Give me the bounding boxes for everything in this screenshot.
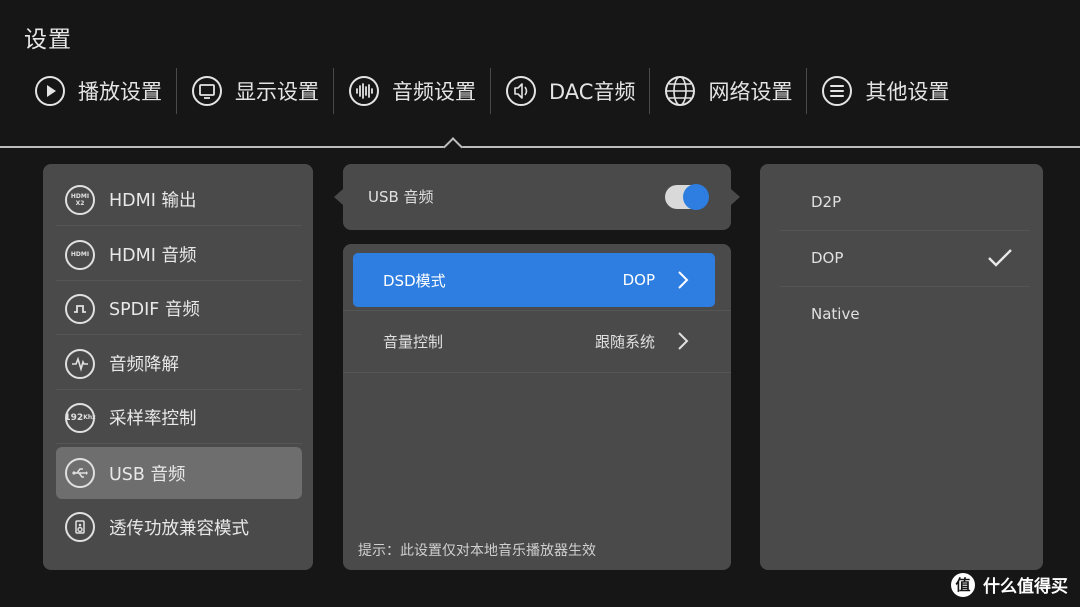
tab-label: DAC音频 xyxy=(549,80,636,104)
option-label: 音量控制 xyxy=(383,332,444,351)
tab-playback-settings[interactable]: 播放设置 xyxy=(20,62,176,120)
menu-item-sample-rate[interactable]: 192 Khz 采样率控制 xyxy=(56,392,302,444)
option-dsd-mode[interactable]: DSD模式 DOP xyxy=(353,253,715,307)
watermark-logo-icon: 值 xyxy=(951,572,975,597)
menu-lines-icon xyxy=(821,75,853,107)
choice-label: D2P xyxy=(811,193,842,211)
tab-network-settings[interactable]: 网络设置 xyxy=(650,62,806,120)
usb-audio-toggle-row[interactable]: USB 音频 xyxy=(343,164,731,230)
page-title: 设置 xyxy=(24,27,72,53)
speaker-icon xyxy=(505,75,537,107)
tab-audio-settings[interactable]: 音频设置 xyxy=(334,62,490,120)
sample-rate-192khz-icon: 192 Khz xyxy=(64,402,96,433)
tab-label: 其他设置 xyxy=(865,80,950,104)
menu-item-hdmi-output[interactable]: HDMI X2 HDMI 输出 xyxy=(56,174,302,226)
choice-label: DOP xyxy=(811,249,844,267)
usb-audio-label: USB 音频 xyxy=(368,188,434,206)
option-label: DSD模式 xyxy=(383,271,446,290)
tab-label: 网络设置 xyxy=(708,80,793,104)
chevron-right-icon xyxy=(677,270,689,290)
tab-label: 显示设置 xyxy=(235,80,319,104)
menu-item-label: SPDIF 音频 xyxy=(109,300,200,320)
usb-icon xyxy=(65,458,95,488)
usb-audio-toggle[interactable] xyxy=(665,184,709,210)
waveform-icon xyxy=(65,348,95,379)
tab-label: 播放设置 xyxy=(78,80,162,104)
option-divider xyxy=(343,372,731,373)
watermark-text: 什么值得买 xyxy=(983,577,1068,597)
monitor-icon xyxy=(191,75,223,107)
settings-tabs: 播放设置 显示设置 音频设置 DAC音频 网络设置 其他设置 xyxy=(20,62,1060,120)
hdmi-x2-icon: HDMI X2 xyxy=(65,184,95,215)
option-divider xyxy=(343,310,731,311)
choice-dop[interactable]: DOP xyxy=(760,230,1043,286)
option-value: DOP xyxy=(622,271,655,289)
toggle-knob xyxy=(683,184,709,210)
audio-waveform-icon xyxy=(348,75,380,107)
option-value: 跟随系统 xyxy=(594,332,655,351)
chevron-right-icon xyxy=(677,331,689,351)
audio-submenu: HDMI X2 HDMI 输出 HDMI HDMI 音频 SPDIF 音频 音频降… xyxy=(43,164,313,570)
active-tab-indicator xyxy=(443,137,463,157)
menu-item-label: HDMI 音频 xyxy=(109,246,197,266)
menu-item-audio-downgrade[interactable]: 音频降解 xyxy=(56,338,302,390)
watermark: 值 什么值得买 xyxy=(951,572,1068,597)
tab-other-settings[interactable]: 其他设置 xyxy=(807,62,963,120)
hdmi-icon: HDMI xyxy=(65,239,95,270)
amplifier-icon xyxy=(65,512,95,542)
dsd-mode-choices: D2P DOP Native xyxy=(760,164,1043,570)
option-volume-control[interactable]: 音量控制 跟随系统 xyxy=(353,314,715,368)
menu-item-label: 采样率控制 xyxy=(109,409,197,429)
tab-display-settings[interactable]: 显示设置 xyxy=(177,62,333,120)
tab-dac-audio[interactable]: DAC音频 xyxy=(491,62,649,120)
panel-pointer xyxy=(334,189,343,205)
spdif-pulse-icon xyxy=(65,293,95,324)
choice-label: Native xyxy=(811,305,860,323)
checkmark-icon xyxy=(987,248,1013,268)
choice-native[interactable]: Native xyxy=(760,286,1043,342)
menu-item-label: HDMI 输出 xyxy=(109,191,197,211)
menu-item-label: 音频降解 xyxy=(109,355,179,375)
tab-label: 音频设置 xyxy=(392,80,476,104)
menu-item-spdif-audio[interactable]: SPDIF 音频 xyxy=(56,283,302,335)
menu-item-hdmi-audio[interactable]: HDMI HDMI 音频 xyxy=(56,229,302,281)
play-icon xyxy=(34,75,66,107)
hint-text: 提示：此设置仅对本地音乐播放器生效 xyxy=(358,543,596,559)
panel-pointer xyxy=(731,189,740,205)
menu-item-passthrough-amp-compat[interactable]: 透传功放兼容模式 xyxy=(56,501,302,553)
menu-item-usb-audio[interactable]: USB 音频 xyxy=(56,447,302,499)
usb-audio-options: DSD模式 DOP 音量控制 跟随系统 提示：此设置仅对本地音乐播放器生效 xyxy=(343,244,731,570)
header-divider xyxy=(0,146,1080,148)
choice-d2p[interactable]: D2P xyxy=(760,174,1043,230)
globe-icon xyxy=(664,75,696,107)
menu-item-label: USB 音频 xyxy=(109,464,186,485)
menu-item-label: 透传功放兼容模式 xyxy=(109,518,249,539)
